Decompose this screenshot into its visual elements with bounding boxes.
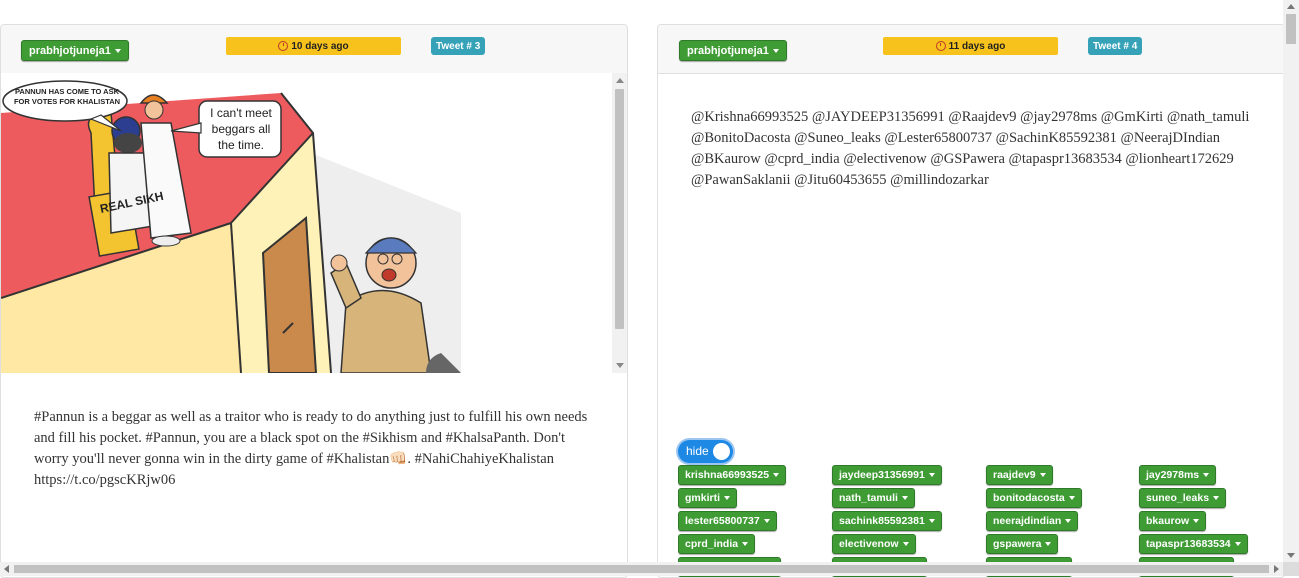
mention-tag-button[interactable]: gspawera [986,534,1059,554]
mention-tag-button[interactable]: bonitodacosta [986,488,1082,508]
caret-down-icon [901,496,908,500]
toggle-label: hide [686,444,709,458]
tweet-card: prabhjotjuneja1 10 days ago Tweet # 3 RE… [0,24,628,578]
comic-bubble-left: PANNUN HAS COME TO ASK FOR VOTES FOR KHA… [13,87,121,106]
mention-tag-label: krishna66993525 [685,469,770,481]
mention-tag-button[interactable]: jaydeep31356991 [832,465,942,485]
mention-tag-label: cprd_india [685,538,739,550]
scrollbar-corner [1283,562,1299,576]
time-badge: 11 days ago [883,37,1058,55]
time-label: 10 days ago [291,40,349,52]
scrollbar-thumb[interactable] [615,89,624,329]
tweet-number-badge: Tweet # 3 [431,37,486,55]
caret-down-icon [724,496,731,500]
tweet-image: REAL SIKH PANNUN HAS COME TO ASK FOR VOT… [1,73,461,373]
mention-tag-button[interactable]: raajdev9 [986,465,1053,485]
mention-tag-button[interactable]: electivenow [832,534,916,554]
caret-down-icon [928,519,935,523]
mention-tag-button[interactable]: sachink85592381 [832,511,942,531]
caret-down-icon [114,48,121,53]
hide-toggle[interactable]: hide [678,440,733,463]
comic-bubble-right: I can't meet beggars all the time. [210,106,272,152]
user-dropdown-label: prabhjotjuneja1 [687,44,769,57]
scroll-up-arrow-icon[interactable] [616,78,624,83]
tweet-text: #Pannun is a beggar as well as a traitor… [34,409,588,488]
caret-down-icon [1203,473,1210,477]
tweet-number-badge: Tweet # 4 [1088,37,1143,55]
scroll-up-arrow-icon[interactable] [1287,4,1295,9]
mention-tag-label: jay2978ms [1146,469,1200,481]
caret-down-icon [928,473,935,477]
tweet-text: @Krishna66993525 @JAYDEEP31356991 @Raajd… [691,109,1250,188]
mention-tag-button[interactable]: bkaurow [1139,511,1207,531]
mention-tag-label: jaydeep31356991 [839,469,925,481]
toggle-knob [713,443,730,460]
caret-down-icon [1039,473,1046,477]
mention-tag-label: sachink85592381 [839,515,925,527]
caret-down-icon [1193,519,1200,523]
mention-tag-label: nath_tamuli [839,492,898,504]
caret-down-icon [742,542,749,546]
caret-down-icon [772,48,779,53]
caret-down-icon [1234,542,1241,546]
user-dropdown-label: prabhjotjuneja1 [29,44,111,57]
mention-tag-button[interactable]: cprd_india [678,534,756,554]
mention-tag-label: raajdev9 [993,469,1036,481]
mention-tag-label: bkaurow [1146,515,1190,527]
scrollbar-thumb[interactable] [1286,14,1296,44]
scroll-down-arrow-icon[interactable] [616,363,624,368]
mention-tag-label: suneo_leaks [1146,492,1210,504]
scroll-right-arrow-icon[interactable] [1274,565,1279,573]
card-header: prabhjotjuneja1 10 days ago Tweet # 3 [1,25,627,74]
page-horizontal-scrollbar[interactable] [0,562,1283,576]
clock-icon [278,41,289,51]
caret-down-icon [902,542,909,546]
scrollbar-thumb[interactable] [14,565,1269,573]
page-vertical-scrollbar[interactable] [1283,0,1299,562]
clock-icon [935,41,946,51]
time-badge: 10 days ago [226,37,401,55]
mention-tag-label: lester65800737 [685,515,760,527]
mention-tag-label: bonitodacosta [993,492,1065,504]
mention-tag-label: neerajdindian [993,515,1062,527]
scroll-left-arrow-icon[interactable] [4,565,9,573]
image-scrollbar[interactable] [612,73,627,373]
caret-down-icon [1045,542,1052,546]
tweet-card: prabhjotjuneja1 11 days ago Tweet # 4 @K… [657,24,1285,578]
scroll-down-arrow-icon[interactable] [1287,553,1295,558]
caret-down-icon [773,473,780,477]
mention-tag-label: tapaspr13683534 [1146,538,1231,550]
mention-tag-button[interactable]: neerajdindian [986,511,1079,531]
mention-tag-label: electivenow [839,538,899,550]
mention-tag-button[interactable]: krishna66993525 [678,465,787,485]
card-header: prabhjotjuneja1 11 days ago Tweet # 4 [658,25,1284,74]
caret-down-icon [1213,496,1220,500]
mention-tag-label: gmkirti [685,492,721,504]
user-dropdown-button[interactable]: prabhjotjuneja1 [21,40,129,61]
user-dropdown-button[interactable]: prabhjotjuneja1 [679,40,787,61]
mention-tags: krishna66993525 jaydeep31356991 raajdev9 ja… [678,465,1284,577]
mention-tag-button[interactable]: suneo_leaks [1139,488,1227,508]
mention-tag-button[interactable]: nath_tamuli [832,488,915,508]
caret-down-icon [1068,496,1075,500]
mention-tag-button[interactable]: lester65800737 [678,511,777,531]
mention-tag-button[interactable]: tapaspr13683534 [1139,534,1248,554]
caret-down-icon [1065,519,1072,523]
mention-tag-button[interactable]: gmkirti [678,488,738,508]
time-label: 11 days ago [948,40,1006,52]
mention-tag-button[interactable]: jay2978ms [1139,465,1217,485]
tweet-image-container: REAL SIKH PANNUN HAS COME TO ASK FOR VOT… [1,73,612,373]
caret-down-icon [763,519,770,523]
mention-tag-label: gspawera [993,538,1042,550]
